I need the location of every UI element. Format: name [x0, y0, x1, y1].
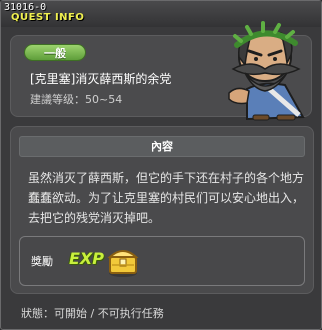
quest-content-panel: 內容 虽然消灭了薛西斯，但它的手下还在村子的各个地方蠢蠢欲动。为了让克里塞的村民… — [10, 126, 314, 294]
category-badge: 一般 — [24, 44, 86, 61]
reward-panel: 獎勵 EXP — [19, 236, 305, 286]
npc-portrait — [228, 21, 305, 121]
exp-icon: EXP — [69, 249, 104, 268]
quest-description: 虽然消灭了薛西斯，但它的手下还在村子的各个地方蠢蠢欲动。为了让克里塞的村民们可以… — [28, 171, 305, 225]
quest-info-window: 31016-0 QUEST INFO 一般 [克里塞]消灭薛西斯的余党 建議等级… — [0, 0, 322, 330]
window-title: QUEST INFO — [11, 12, 85, 23]
treasure-chest-icon[interactable] — [106, 243, 140, 279]
content-header: 內容 — [19, 136, 305, 157]
quest-name: [克里塞]消灭薛西斯的余党 — [30, 72, 172, 86]
quest-status: 狀態：可開始 / 不可执行任務 — [21, 307, 164, 320]
recommended-level: 建議等级：50~54 — [30, 93, 123, 106]
reward-label: 獎勵 — [31, 255, 53, 268]
